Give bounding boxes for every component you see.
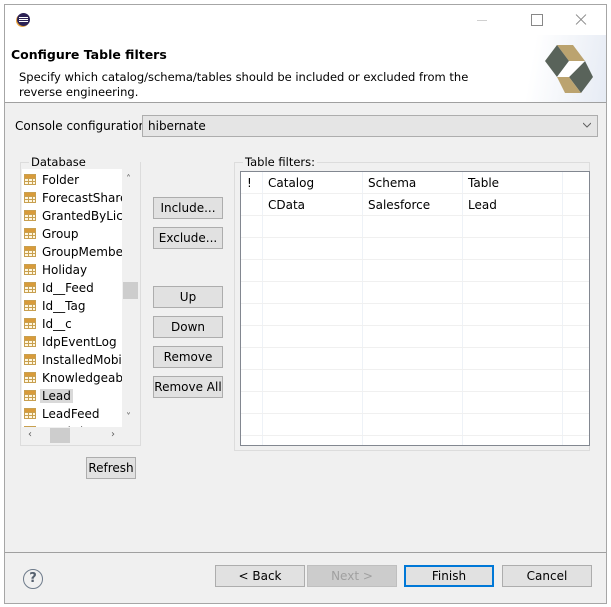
schema-table-item[interactable]: ForecastShare [24, 189, 129, 206]
table-icon [24, 336, 36, 347]
schema-table-label: GroupMember [42, 244, 128, 259]
empty-grid-row [241, 238, 589, 260]
console-configuration-label: Console configuration: [15, 119, 151, 133]
configure-table-filters-dialog: Configure Table filters Specify which ca… [4, 4, 607, 604]
table-icon [24, 372, 36, 383]
page-description: Specify which catalog/schema/tables shou… [19, 70, 469, 99]
schema-table-label: LeadFeed [42, 406, 100, 421]
column-header-catalog[interactable]: Catalog [268, 176, 314, 190]
schema-table-label: Folder [42, 172, 80, 187]
up-button[interactable]: Up [153, 286, 223, 308]
scroll-up-icon[interactable]: ˄ [126, 175, 131, 185]
schema-table-item[interactable]: GroupMember [24, 243, 130, 260]
table-row[interactable]: CData Salesforce Lead [241, 194, 589, 216]
help-icon[interactable]: ? [23, 569, 43, 589]
maximize-icon[interactable] [513, 5, 558, 35]
hibernate-logo-icon [545, 45, 593, 93]
schema-table-label: Holiday [42, 262, 88, 277]
schema-table-item[interactable]: Id__Tag [24, 297, 87, 314]
table-icon [24, 282, 36, 293]
schema-table-item[interactable]: Folder [24, 171, 81, 188]
table-icon [24, 192, 36, 203]
table-icon [24, 246, 36, 257]
schema-table-item[interactable]: LeadFeed [24, 405, 101, 422]
down-button[interactable]: Down [153, 316, 223, 338]
remove-all-button[interactable]: Remove All [153, 376, 223, 398]
schema-horizontal-scroll-thumb[interactable] [50, 428, 70, 443]
table-icon [24, 264, 36, 275]
schema-table-item[interactable]: Lead [24, 387, 73, 404]
next-button[interactable]: Next > [307, 565, 397, 587]
table-filters-label: Table filters: [243, 155, 318, 169]
schema-table-item[interactable]: Holiday [24, 261, 89, 278]
eclipse-icon [17, 13, 30, 26]
column-header-schema[interactable]: Schema [368, 176, 416, 190]
schema-table-label: Id__Feed [42, 280, 94, 295]
schema-table-item[interactable]: IdpEventLog [24, 333, 119, 350]
schema-table-item[interactable]: Id__c [24, 315, 74, 332]
console-configuration-value: hibernate [148, 119, 206, 133]
table-icon [24, 390, 36, 401]
table-icon [24, 228, 36, 239]
table-icon [24, 408, 36, 419]
footer-separator [5, 552, 606, 553]
scroll-right-icon[interactable]: › [111, 430, 115, 440]
remove-button[interactable]: Remove [153, 346, 223, 368]
schema-horizontal-scrollbar[interactable]: ‹ › [22, 427, 139, 444]
table-icon [24, 318, 36, 329]
cancel-button[interactable]: Cancel [502, 565, 592, 587]
scroll-down-icon[interactable]: ˅ [126, 413, 131, 423]
row-catalog: CData [268, 198, 306, 212]
empty-grid-row [241, 260, 589, 282]
schema-table-label: Lead [40, 388, 73, 403]
empty-grid-row [241, 282, 589, 304]
table-icon [24, 354, 36, 365]
refresh-button[interactable]: Refresh [86, 457, 136, 479]
scroll-left-icon[interactable]: ‹ [28, 430, 32, 440]
exclude-button[interactable]: Exclude... [153, 227, 223, 249]
empty-grid-row [241, 436, 589, 445]
close-icon[interactable] [558, 5, 603, 35]
empty-grid-row [241, 414, 589, 436]
table-icon [24, 300, 36, 311]
schema-table-label: IdpEventLog [42, 334, 117, 349]
wizard-header: Configure Table filters Specify which ca… [5, 35, 606, 103]
schema-table-item[interactable]: Group [24, 225, 81, 242]
table-filters-grid[interactable]: ! Catalog Schema Table CData Salesforce … [240, 171, 590, 446]
schema-vertical-scroll-thumb[interactable] [123, 282, 138, 299]
schema-table-label: Group [42, 226, 79, 241]
back-button[interactable]: < Back [215, 565, 305, 587]
page-title: Configure Table filters [11, 47, 167, 62]
chevron-down-icon [583, 122, 591, 128]
empty-grid-row [241, 304, 589, 326]
empty-grid-row [241, 392, 589, 414]
title-bar [5, 5, 606, 35]
grid-header-row: ! Catalog Schema Table [241, 172, 589, 194]
schema-table-label: ForecastShare [42, 190, 128, 205]
schema-vertical-scrollbar[interactable]: ˄ ˅ [122, 169, 139, 427]
empty-grid-row [241, 348, 589, 370]
row-table: Lead [468, 198, 497, 212]
column-header-table[interactable]: Table [468, 176, 499, 190]
empty-grid-row [241, 370, 589, 392]
column-header-flag[interactable]: ! [247, 176, 252, 190]
empty-grid-row [241, 326, 589, 348]
empty-grid-row [241, 216, 589, 238]
row-schema: Salesforce [368, 198, 431, 212]
schema-table-label: Id__c [42, 316, 72, 331]
finish-button[interactable]: Finish [404, 565, 494, 587]
table-icon [24, 174, 36, 185]
schema-table-item[interactable]: Id__Feed [24, 279, 96, 296]
table-icon [24, 210, 36, 221]
minimize-icon[interactable] [460, 5, 505, 35]
schema-table-label: Id__Tag [42, 298, 86, 313]
console-configuration-select[interactable]: hibernate [142, 115, 598, 137]
include-button[interactable]: Include... [153, 197, 223, 219]
